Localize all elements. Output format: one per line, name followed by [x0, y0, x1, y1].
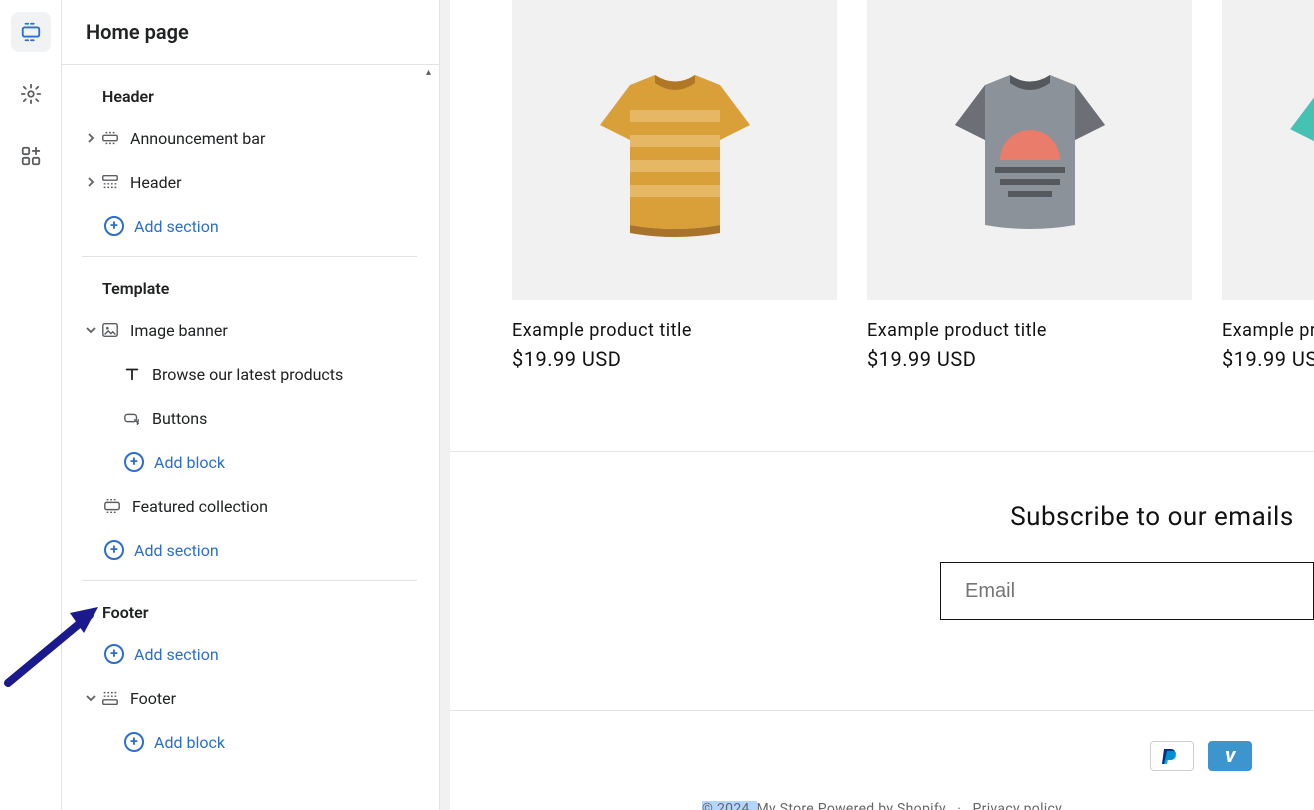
add-section-template[interactable]: + Add section [62, 528, 439, 572]
product-price: $19.99 USD [512, 347, 837, 371]
announcement-icon [100, 129, 120, 147]
add-section-label: Add section [134, 645, 219, 664]
product-price: $19.99 USD [867, 347, 1192, 371]
chevron-right-icon [82, 133, 100, 143]
group-template-label: Template [62, 257, 439, 308]
gear-icon [20, 83, 42, 105]
text-icon [122, 365, 142, 383]
scroll-up-caret: ▴ [426, 67, 431, 78]
preview-canvas: Example product title $19.99 USD [440, 0, 1314, 810]
tree-label: Buttons [152, 409, 207, 428]
sections-icon [20, 21, 42, 43]
sections-rail-button[interactable] [11, 12, 51, 52]
product-card[interactable]: Example product title $19.99 USD [867, 0, 1192, 371]
paypal-badge [1150, 741, 1194, 771]
group-header-label: Header [62, 65, 439, 116]
footer-icon [100, 689, 120, 707]
tree-label: Footer [130, 689, 176, 708]
tree-item-footer[interactable]: Footer [62, 676, 439, 720]
page-title: Home page [62, 0, 439, 65]
left-rail [0, 0, 62, 810]
product-title: Example product title [867, 320, 1192, 341]
chevron-right-icon [82, 177, 100, 187]
tshirt-striped-icon [575, 55, 775, 245]
product-grid: Example product title $19.99 USD [450, 0, 1314, 421]
tree-item-buttons-block[interactable]: Buttons [62, 396, 439, 440]
email-input[interactable] [940, 562, 1314, 620]
product-card[interactable]: Example product ti $19.99 USD [1222, 0, 1314, 371]
tshirt-teal-icon [1282, 55, 1314, 245]
add-block-footer[interactable]: + Add block [62, 720, 439, 764]
product-card[interactable]: Example product title $19.99 USD [512, 0, 837, 371]
copyright-year: © 2024, [702, 801, 757, 810]
collection-icon [102, 497, 122, 515]
add-section-footer-top[interactable]: + Add section [62, 632, 439, 676]
tshirt-sunset-icon [930, 55, 1130, 245]
powered-by-link[interactable]: Powered by Shopify [818, 801, 946, 810]
sections-sidebar: Home page ▴ Header Announcement bar Head… [62, 0, 440, 810]
button-icon [122, 409, 142, 427]
group-footer-label: Footer [62, 581, 439, 632]
footer-bottom: V © 2024, My Store Powered by Shopify · … [450, 710, 1314, 810]
add-section-header[interactable]: + Add section [62, 204, 439, 248]
add-block-label: Add block [154, 733, 225, 752]
copyright-line: © 2024, My Store Powered by Shopify · Pr… [512, 801, 1252, 810]
add-section-label: Add section [134, 541, 219, 560]
sidebar-scroll[interactable]: ▴ Header Announcement bar Header + Add s… [62, 65, 439, 810]
plus-circle-icon: + [124, 452, 144, 472]
add-block-label: Add block [154, 453, 225, 472]
app-blocks-icon [20, 145, 42, 167]
product-image-placeholder [512, 0, 837, 300]
product-image-placeholder [1222, 0, 1314, 300]
add-section-label: Add section [134, 217, 219, 236]
store-name-link[interactable]: My Store [757, 801, 818, 810]
subscribe-section: Subscribe to our emails [450, 451, 1314, 660]
preview-page[interactable]: Example product title $19.99 USD [450, 0, 1314, 810]
product-price: $19.99 USD [1222, 347, 1314, 371]
tree-item-image-banner[interactable]: Image banner [62, 308, 439, 352]
chevron-down-icon [82, 693, 100, 703]
product-title: Example product ti [1222, 320, 1314, 341]
apps-rail-button[interactable] [11, 136, 51, 176]
tree-item-announcement-bar[interactable]: Announcement bar [62, 116, 439, 160]
separator: · [957, 801, 961, 810]
chevron-down-icon [82, 325, 100, 335]
tree-label: Featured collection [132, 497, 268, 516]
payment-icons: V [512, 741, 1252, 771]
tree-label: Announcement bar [130, 129, 265, 148]
tree-item-header[interactable]: Header [62, 160, 439, 204]
plus-circle-icon: + [124, 732, 144, 752]
subscribe-title: Subscribe to our emails [450, 502, 1314, 532]
product-image-placeholder [867, 0, 1192, 300]
plus-circle-icon: + [104, 540, 124, 560]
tree-item-featured-collection[interactable]: Featured collection [62, 484, 439, 528]
image-icon [100, 321, 120, 339]
product-title: Example product title [512, 320, 837, 341]
tree-label: Image banner [130, 321, 228, 340]
header-icon [100, 173, 120, 191]
tree-label: Browse our latest products [152, 365, 343, 384]
tree-item-heading-block[interactable]: Browse our latest products [62, 352, 439, 396]
tree-label: Header [130, 173, 182, 192]
settings-rail-button[interactable] [11, 74, 51, 114]
venmo-badge: V [1208, 741, 1252, 771]
privacy-link[interactable]: Privacy policy [973, 801, 1063, 810]
plus-circle-icon: + [104, 644, 124, 664]
plus-circle-icon: + [104, 216, 124, 236]
paypal-icon [1158, 746, 1186, 766]
add-block-image-banner[interactable]: + Add block [62, 440, 439, 484]
